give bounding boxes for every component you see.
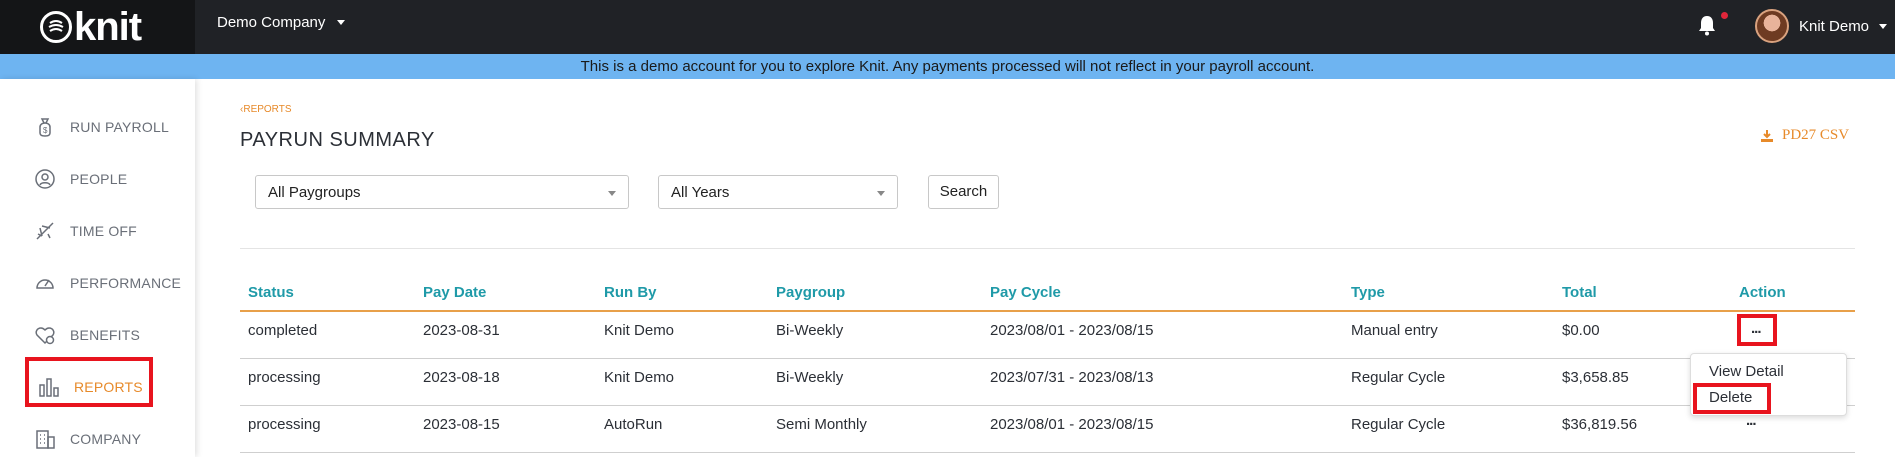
cell-run-by: AutoRun bbox=[604, 416, 663, 433]
column-header-paygroup[interactable]: Paygroup bbox=[776, 284, 845, 301]
cell-total: $3,658.85 bbox=[1562, 369, 1629, 386]
year-select[interactable]: All Years bbox=[658, 175, 898, 209]
sidebar-item-label: BENEFITS bbox=[70, 327, 141, 343]
top-bar: knit Demo Company Knit Demo bbox=[0, 0, 1895, 54]
cell-pay-cycle: 2023/08/01 - 2023/08/15 bbox=[990, 322, 1154, 339]
paygroup-select[interactable]: All Paygroups bbox=[255, 175, 629, 209]
column-header-run-by[interactable]: Run By bbox=[604, 284, 657, 301]
sidebar-item-label: PEOPLE bbox=[70, 171, 128, 187]
cell-type: Manual entry bbox=[1351, 322, 1438, 339]
sidebar-item-label: PERFORMANCE bbox=[70, 275, 182, 291]
cell-total: $0.00 bbox=[1562, 322, 1600, 339]
demo-banner: This is a demo account for you to explor… bbox=[0, 54, 1895, 79]
person-icon bbox=[35, 169, 55, 189]
sidebar-item-benefits[interactable]: BENEFITS bbox=[34, 324, 140, 346]
download-icon bbox=[1761, 129, 1773, 142]
cell-pay-date: 2023-08-31 bbox=[423, 322, 500, 339]
cell-pay-cycle: 2023/08/01 - 2023/08/15 bbox=[990, 416, 1154, 433]
column-header-action: Action bbox=[1739, 284, 1786, 301]
notification-dot bbox=[1721, 12, 1728, 19]
cell-status: processing bbox=[248, 416, 321, 433]
gauge-icon bbox=[36, 279, 54, 289]
column-header-total[interactable]: Total bbox=[1562, 284, 1597, 301]
knit-logo-icon bbox=[40, 11, 72, 43]
row-divider bbox=[240, 405, 1855, 406]
export-csv-label: PD27 CSV bbox=[1782, 127, 1850, 143]
paygroup-select-value: All Paygroups bbox=[268, 184, 361, 201]
column-header-type[interactable]: Type bbox=[1351, 284, 1385, 301]
section-divider bbox=[240, 248, 1855, 249]
action-button-highlight-box bbox=[1737, 314, 1777, 346]
sidebar-item-label: RUN PAYROLL bbox=[70, 119, 169, 135]
chevron-down-icon bbox=[877, 191, 885, 196]
money-bag-icon: $ bbox=[39, 118, 51, 137]
row-divider bbox=[240, 358, 1855, 359]
menu-item-view-detail[interactable]: View Detail bbox=[1709, 363, 1784, 380]
table-header-underline bbox=[240, 310, 1855, 312]
cell-status: processing bbox=[248, 369, 321, 386]
page-title: PAYRUN SUMMARY bbox=[240, 129, 435, 151]
sidebar-item-run-payroll[interactable]: $ RUN PAYROLL bbox=[34, 116, 169, 138]
sidebar-item-time-off[interactable]: TIME OFF bbox=[34, 220, 137, 242]
notification-bell-icon[interactable] bbox=[1697, 14, 1717, 36]
reports-highlight-box bbox=[25, 357, 153, 407]
cell-paygroup: Bi-Weekly bbox=[776, 369, 844, 386]
cell-total: $36,819.56 bbox=[1562, 416, 1638, 433]
column-header-status[interactable]: Status bbox=[248, 284, 294, 301]
company-switcher[interactable]: Demo Company bbox=[217, 14, 346, 31]
user-name: Knit Demo bbox=[1799, 17, 1870, 35]
sidebar-item-company[interactable]: COMPANY bbox=[34, 428, 141, 450]
knit-logo[interactable]: knit bbox=[0, 0, 195, 54]
company-name: Demo Company bbox=[217, 14, 326, 31]
cell-run-by: Knit Demo bbox=[604, 369, 675, 386]
avatar bbox=[1755, 9, 1789, 43]
sidebar-item-performance[interactable]: PERFORMANCE bbox=[34, 272, 181, 294]
cell-type: Regular Cycle bbox=[1351, 416, 1446, 433]
export-csv-button[interactable]: PD27 CSV bbox=[1760, 127, 1849, 144]
cell-paygroup: Bi-Weekly bbox=[776, 322, 844, 339]
cell-type: Regular Cycle bbox=[1351, 369, 1446, 386]
breadcrumb[interactable]: ‹REPORTS bbox=[240, 104, 292, 115]
chevron-down-icon bbox=[337, 20, 346, 25]
delete-highlight-box bbox=[1693, 383, 1771, 414]
column-header-pay-cycle[interactable]: Pay Cycle bbox=[990, 284, 1061, 301]
sidebar-item-label: TIME OFF bbox=[70, 223, 137, 239]
user-menu[interactable]: Knit Demo bbox=[1755, 9, 1888, 43]
cell-pay-cycle: 2023/07/31 - 2023/08/13 bbox=[990, 369, 1154, 386]
cell-status: completed bbox=[248, 322, 318, 339]
cell-pay-date: 2023-08-18 bbox=[423, 369, 500, 386]
heart-shield-icon bbox=[35, 327, 55, 345]
row-divider bbox=[240, 452, 1855, 453]
cell-paygroup: Semi Monthly bbox=[776, 416, 867, 433]
breadcrumb-label: REPORTS bbox=[243, 104, 292, 115]
cell-run-by: Knit Demo bbox=[604, 322, 675, 339]
cell-pay-date: 2023-08-15 bbox=[423, 416, 500, 433]
chevron-down-icon bbox=[1879, 23, 1888, 29]
column-header-pay-date[interactable]: Pay Date bbox=[423, 284, 486, 301]
building-icon bbox=[36, 430, 55, 449]
year-select-value: All Years bbox=[671, 184, 730, 201]
logo-text: knit bbox=[74, 5, 142, 49]
sidebar-item-label: COMPANY bbox=[70, 431, 142, 447]
search-button[interactable]: Search bbox=[928, 175, 999, 209]
sidebar-item-people[interactable]: PEOPLE bbox=[34, 168, 127, 190]
airplane-icon bbox=[36, 222, 54, 240]
svg-text:$: $ bbox=[43, 126, 48, 135]
chevron-down-icon bbox=[608, 191, 616, 196]
